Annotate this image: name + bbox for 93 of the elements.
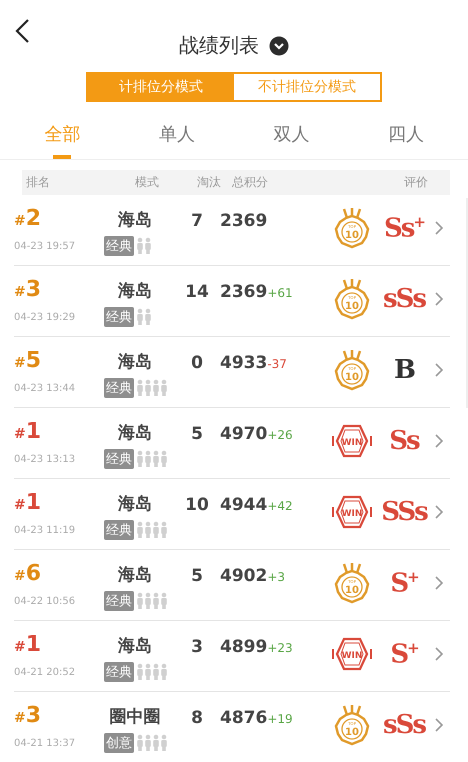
kills-value: 7 bbox=[191, 211, 203, 231]
chevron-icon[interactable] bbox=[434, 717, 444, 733]
column-header: 模式 bbox=[135, 174, 159, 191]
kills-value: 5 bbox=[191, 424, 203, 444]
score-change: -37 bbox=[267, 357, 287, 371]
rank-text: #3 bbox=[14, 703, 42, 728]
mode-tag: 经典 bbox=[104, 520, 134, 540]
score-change: +3 bbox=[267, 570, 286, 584]
map-name: 海岛 bbox=[118, 280, 152, 302]
column-header: 总积分 bbox=[232, 174, 268, 191]
rating-grade: SSs bbox=[381, 497, 427, 527]
rating-grade: S$^{+}$ bbox=[390, 638, 418, 670]
four-people-icon bbox=[136, 450, 168, 468]
match-time: 04-22 10:56 bbox=[14, 596, 76, 606]
score-change: +26 bbox=[267, 428, 293, 442]
four-people-icon bbox=[136, 663, 168, 681]
chevron-icon[interactable] bbox=[434, 220, 444, 236]
kills-value: 8 bbox=[191, 708, 203, 728]
score-change: +19 bbox=[267, 712, 293, 726]
rank-text: #1 bbox=[14, 632, 42, 657]
dropdown-icon[interactable] bbox=[269, 36, 289, 56]
chevron-icon[interactable] bbox=[434, 504, 444, 520]
rating-grade: sSs bbox=[382, 284, 426, 314]
record-row[interactable]: #1 04-23 13:13 海岛 经典 5 4970+26 WIN Ss bbox=[14, 408, 450, 479]
four-people-icon bbox=[136, 592, 168, 610]
map-name: 海岛 bbox=[118, 635, 152, 657]
score-value: 2369 bbox=[220, 282, 268, 302]
map-name: 海岛 bbox=[118, 351, 152, 373]
rank-text: #1 bbox=[14, 419, 42, 444]
four-people-icon bbox=[136, 379, 168, 397]
tab[interactable]: 双人 bbox=[234, 118, 348, 159]
map-name: 海岛 bbox=[118, 493, 152, 515]
two-people-icon bbox=[136, 308, 152, 326]
map-name: 海岛 bbox=[118, 209, 152, 231]
rank-text: #5 bbox=[14, 348, 42, 373]
mode-tag: 经典 bbox=[104, 591, 134, 611]
match-time: 04-21 20:52 bbox=[14, 666, 76, 678]
score-value: 4902 bbox=[220, 566, 268, 586]
tab[interactable]: 四人 bbox=[348, 118, 463, 159]
match-time: 04-23 11:19 bbox=[14, 524, 76, 536]
rating-grade: Ss bbox=[389, 426, 419, 456]
kills-value: 5 bbox=[191, 566, 203, 586]
map-name: 圈中圈 bbox=[110, 706, 160, 728]
chevron-icon[interactable] bbox=[434, 362, 444, 378]
score-change: +61 bbox=[267, 286, 293, 300]
mode-tag: 经典 bbox=[104, 307, 134, 327]
mode-tag: 经典 bbox=[104, 236, 134, 256]
score-value: 4876 bbox=[220, 708, 268, 728]
mode-tag: 经典 bbox=[104, 449, 134, 469]
back-icon[interactable] bbox=[14, 18, 32, 44]
rating-grade: S$^{+}$ bbox=[390, 568, 418, 598]
two-people-icon bbox=[136, 237, 152, 255]
rank-text: #1 bbox=[14, 490, 42, 515]
kills-value: 3 bbox=[191, 637, 203, 657]
chevron-icon[interactable] bbox=[434, 291, 444, 307]
match-time: 04-23 13:44 bbox=[14, 382, 76, 394]
score-value: 4970 bbox=[220, 424, 268, 444]
match-time: 04-21 13:37 bbox=[14, 738, 76, 748]
record-row[interactable]: #1 04-23 11:19 海岛 经典 10 4944+42 WIN SSs bbox=[14, 479, 450, 550]
rank-text: #3 bbox=[14, 277, 42, 302]
score-change: +42 bbox=[267, 499, 293, 513]
four-people-icon bbox=[136, 734, 168, 752]
score-value: 2369 bbox=[220, 211, 268, 231]
score-value: 4899 bbox=[220, 637, 268, 657]
kills-value: 14 bbox=[185, 282, 209, 302]
column-header: 评价 bbox=[404, 174, 428, 191]
match-time: 04-23 19:29 bbox=[14, 312, 76, 322]
mode-tag: 经典 bbox=[104, 662, 134, 682]
record-row[interactable]: #1 04-21 20:52 海岛 经典 3 4899+23 WIN S$^{+}$ bbox=[14, 621, 450, 692]
page-title: 战绩列表 bbox=[179, 32, 259, 59]
score-value: 4933 bbox=[220, 353, 268, 373]
match-time: 04-23 13:13 bbox=[14, 454, 76, 464]
rank-text: #6 bbox=[14, 561, 42, 586]
map-name: 海岛 bbox=[118, 564, 152, 586]
score-value: 4944 bbox=[220, 495, 268, 515]
rating-grade: B bbox=[394, 355, 414, 385]
chevron-icon[interactable] bbox=[434, 575, 444, 591]
match-time: 04-23 19:57 bbox=[14, 240, 76, 252]
kills-value: 0 bbox=[191, 353, 203, 373]
column-header: 排名 bbox=[26, 174, 50, 191]
tab[interactable]: 单人 bbox=[120, 118, 234, 159]
rank-text: #2 bbox=[14, 206, 42, 231]
mode-tag: 创意 bbox=[104, 733, 134, 753]
four-people-icon bbox=[136, 521, 168, 539]
mode-tag: 经典 bbox=[104, 378, 134, 398]
score-change: +23 bbox=[267, 641, 293, 655]
chevron-icon[interactable] bbox=[434, 646, 444, 662]
rating-grade: sSs bbox=[382, 710, 426, 740]
chevron-icon[interactable] bbox=[434, 433, 444, 449]
column-header: 淘汰 bbox=[197, 174, 221, 191]
map-name: 海岛 bbox=[118, 422, 152, 444]
rating-grade: Ss$^{+}$ bbox=[384, 212, 424, 244]
kills-value: 10 bbox=[185, 495, 209, 515]
